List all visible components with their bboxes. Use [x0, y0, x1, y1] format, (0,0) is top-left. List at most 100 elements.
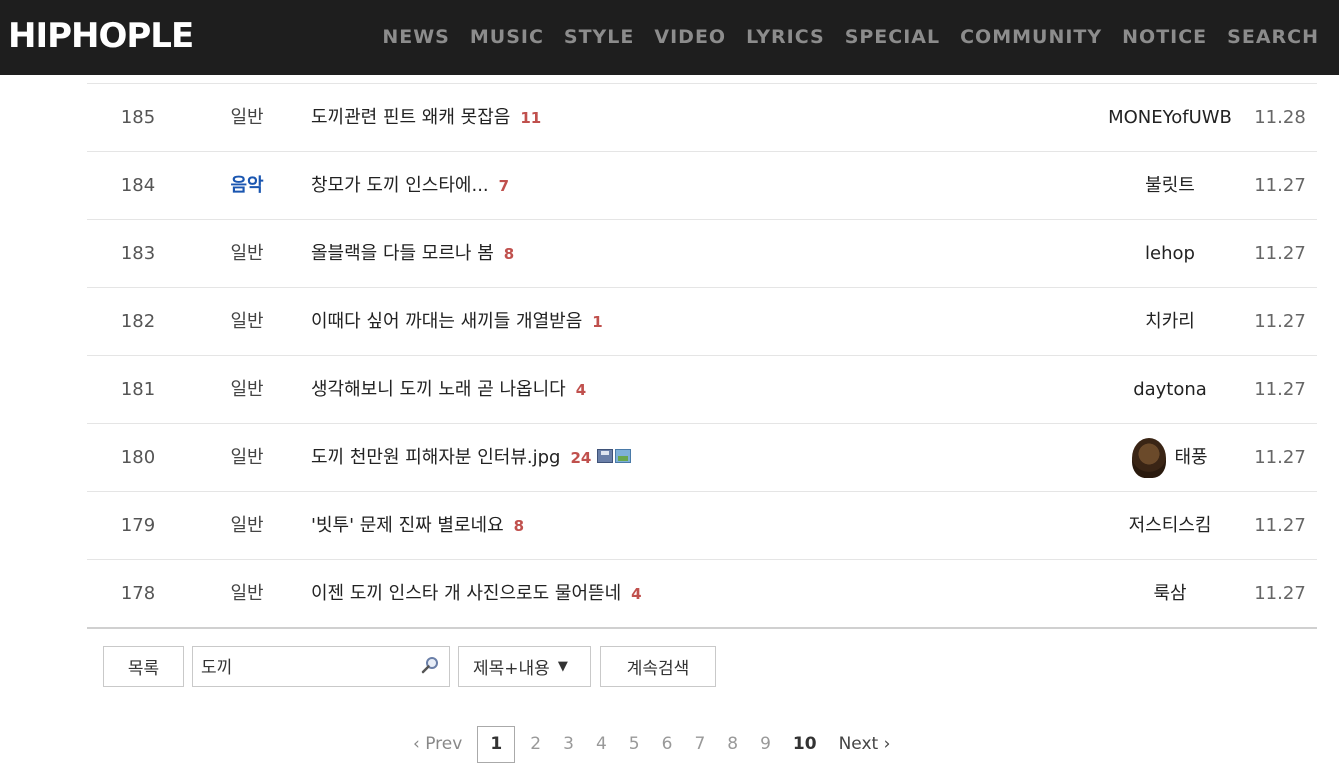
post-number: 180 — [120, 447, 156, 468]
reply-count[interactable]: 7 — [499, 177, 509, 195]
post-author[interactable]: 태풍 — [1174, 424, 1207, 491]
reply-count[interactable]: 8 — [514, 517, 524, 535]
post-category[interactable]: 일반 — [215, 492, 279, 559]
post-title-link[interactable]: 도끼 천만원 피해자분 인터뷰.jpg — [311, 447, 560, 468]
top-navigation-bar: HIPHOPLE NEWS MUSIC STYLE VIDEO LYRICS S… — [0, 0, 1339, 75]
post-author[interactable]: MONEYofUWB — [1085, 84, 1255, 151]
post-number: 178 — [120, 583, 156, 604]
pagination: ‹ Prev 1 2 3 4 5 6 7 8 9 10 Next › — [402, 726, 901, 763]
post-date: 11.27 — [1254, 379, 1306, 400]
post-category[interactable]: 일반 — [215, 288, 279, 355]
post-title-link[interactable]: 창모가 도끼 인스타에... — [311, 175, 489, 196]
chevron-down-icon: ▼ — [557, 659, 568, 674]
post-title-cell: '빗투' 문제 진짜 별로네요 8 — [311, 492, 524, 559]
post-category[interactable]: 일반 — [215, 560, 279, 627]
page-link[interactable]: 5 — [629, 726, 640, 763]
post-row: 180 일반 도끼 천만원 피해자분 인터뷰.jpg 24 태풍 11.27 — [87, 423, 1317, 491]
search-target-select[interactable]: 제목+내용 ▼ — [458, 646, 591, 687]
post-title-cell: 도끼 천만원 피해자분 인터뷰.jpg 24 — [311, 424, 632, 491]
post-author[interactable]: daytona — [1085, 356, 1255, 423]
page-link[interactable]: 4 — [596, 726, 607, 763]
nav-item-notice[interactable]: NOTICE — [1122, 24, 1207, 50]
reply-count[interactable]: 4 — [576, 381, 586, 399]
post-date: 11.27 — [1254, 175, 1306, 196]
post-title-cell: 이젠 도끼 인스타 개 사진으로도 물어뜯네 4 — [311, 560, 642, 627]
post-title-link[interactable]: 이젠 도끼 인스타 개 사진으로도 물어뜯네 — [311, 583, 621, 604]
post-author[interactable]: 룩삼 — [1085, 560, 1255, 627]
post-title-link[interactable]: 올블랙을 다들 모르나 봄 — [311, 243, 494, 264]
post-date: 11.27 — [1254, 243, 1306, 264]
site-logo[interactable]: HIPHOPLE — [8, 16, 194, 56]
post-date: 11.27 — [1254, 583, 1306, 604]
post-author[interactable]: 저스티스킴 — [1085, 492, 1255, 559]
reply-count[interactable]: 8 — [504, 245, 514, 263]
post-number: 183 — [120, 243, 156, 264]
author-avatar[interactable] — [1132, 437, 1167, 478]
page-link[interactable]: 3 — [563, 726, 574, 763]
post-title-link[interactable]: 생각해보니 도끼 노래 곧 나옵니다 — [311, 379, 566, 400]
nav-item-music[interactable]: MUSIC — [470, 24, 544, 50]
page-link[interactable]: 8 — [727, 726, 738, 763]
next-page-link[interactable]: Next › — [839, 726, 891, 763]
search-input[interactable] — [193, 647, 401, 684]
post-row: 183 일반 올블랙을 다들 모르나 봄 8 lehop 11.27 — [87, 219, 1317, 287]
nav-item-special[interactable]: SPECIAL — [845, 24, 940, 50]
post-title-cell: 창모가 도끼 인스타에... 7 — [311, 152, 509, 219]
prev-page-link[interactable]: ‹ Prev — [413, 726, 462, 763]
post-title-link[interactable]: 도끼관련 핀트 왜캐 못잡음 — [311, 107, 510, 128]
post-category[interactable]: 일반 — [215, 84, 279, 151]
post-author[interactable]: 치카리 — [1085, 288, 1255, 355]
nav-item-search[interactable]: SEARCH — [1227, 24, 1319, 50]
post-number: 184 — [120, 175, 156, 196]
search-icon[interactable] — [421, 656, 439, 674]
page-link[interactable]: 9 — [760, 726, 771, 763]
reply-count[interactable]: 4 — [631, 585, 641, 603]
board-toolbar: 목록 제목+내용 ▼ 계속검색 — [103, 646, 716, 687]
nav-item-community[interactable]: COMMUNITY — [960, 24, 1102, 50]
post-category[interactable]: 일반 — [215, 424, 279, 491]
post-row: 179 일반 '빗투' 문제 진짜 별로네요 8 저스티스킴 11.27 — [87, 491, 1317, 559]
search-target-label: 제목+내용 — [473, 659, 550, 679]
post-date: 11.27 — [1254, 515, 1306, 536]
post-category[interactable]: 음악 — [215, 152, 279, 219]
post-author[interactable]: 불릿트 — [1085, 152, 1255, 219]
reply-count[interactable]: 24 — [570, 449, 591, 467]
list-divider — [87, 627, 1317, 629]
page-link[interactable]: 7 — [694, 726, 705, 763]
post-row: 182 일반 이때다 싶어 까대는 새끼들 개열받음 1 치카리 11.27 — [87, 287, 1317, 355]
post-row: 181 일반 생각해보니 도끼 노래 곧 나옵니다 4 daytona 11.27 — [87, 355, 1317, 423]
post-title-cell: 이때다 싶어 까대는 새끼들 개열받음 1 — [311, 288, 603, 355]
post-author[interactable]: lehop — [1085, 220, 1255, 287]
page-link[interactable]: 10 — [793, 726, 817, 763]
post-row: 178 일반 이젠 도끼 인스타 개 사진으로도 물어뜯네 4 룩삼 11.27 — [87, 559, 1317, 627]
post-title-cell: 올블랙을 다들 모르나 봄 8 — [311, 220, 514, 287]
nav-item-video[interactable]: VIDEO — [654, 24, 726, 50]
nav-item-lyrics[interactable]: LYRICS — [746, 24, 825, 50]
post-number: 181 — [120, 379, 156, 400]
post-author-cell: 태풍 — [1085, 424, 1255, 491]
post-category[interactable]: 일반 — [215, 356, 279, 423]
post-title-link[interactable]: '빗투' 문제 진짜 별로네요 — [311, 515, 504, 536]
page-link[interactable]: 2 — [530, 726, 541, 763]
page-link[interactable]: 6 — [662, 726, 673, 763]
continue-search-button[interactable]: 계속검색 — [600, 646, 716, 687]
post-date: 11.27 — [1254, 447, 1306, 468]
post-title-cell: 생각해보니 도끼 노래 곧 나옵니다 4 — [311, 356, 586, 423]
page-link-current[interactable]: 1 — [477, 726, 516, 763]
post-title-cell: 도끼관련 핀트 왜캐 못잡음 11 — [311, 84, 541, 151]
file-attachment-icon — [597, 449, 614, 463]
post-list: 185 일반 도끼관련 핀트 왜캐 못잡음 11 MONEYofUWB 11.28… — [87, 83, 1317, 627]
search-box — [192, 646, 450, 687]
post-date: 11.27 — [1254, 311, 1306, 332]
post-title-link[interactable]: 이때다 싶어 까대는 새끼들 개열받음 — [311, 311, 582, 332]
reply-count[interactable]: 11 — [520, 109, 541, 127]
post-category[interactable]: 일반 — [215, 220, 279, 287]
post-row: 184 음악 창모가 도끼 인스타에... 7 불릿트 11.27 — [87, 151, 1317, 219]
post-number: 185 — [120, 107, 156, 128]
reply-count[interactable]: 1 — [592, 313, 602, 331]
nav-item-news[interactable]: NEWS — [382, 24, 450, 50]
logo-text: HIPHOPLE — [8, 16, 194, 56]
nav-item-style[interactable]: STYLE — [564, 24, 635, 50]
post-number: 182 — [120, 311, 156, 332]
list-button[interactable]: 목록 — [103, 646, 184, 687]
